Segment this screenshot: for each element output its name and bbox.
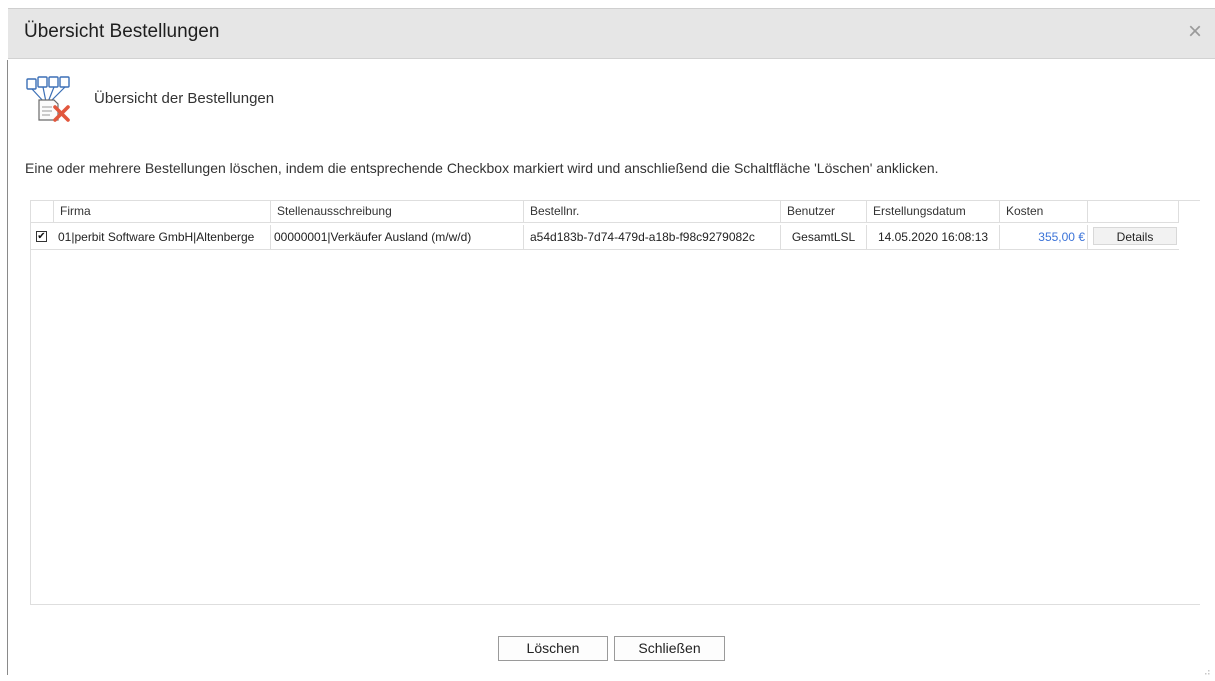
dialog-titlebar: Übersicht Bestellungen × <box>8 8 1215 59</box>
column-actions <box>1088 201 1179 222</box>
resize-grip-icon[interactable] <box>1202 663 1210 675</box>
table-row[interactable]: ✔ 01|perbit Software GmbH|Altenberge 000… <box>31 225 1179 250</box>
cell-benutzer: GesamtLSL <box>781 225 867 249</box>
cell-stellenausschreibung: 00000001|Verkäufer Ausland (m/w/d) <box>271 225 524 249</box>
column-bestellnr[interactable]: Bestellnr. <box>524 201 781 222</box>
close-button[interactable]: Schließen <box>614 636 725 661</box>
cell-kosten[interactable]: 355,00 € <box>1000 225 1088 249</box>
instructions-text: Eine oder mehrere Bestellungen löschen, … <box>25 160 939 176</box>
delete-button[interactable]: Löschen <box>498 636 608 661</box>
column-kosten[interactable]: Kosten <box>1000 201 1088 222</box>
header-select <box>31 201 54 222</box>
table-header: Firma Stellenausschreibung Bestellnr. Be… <box>31 201 1179 223</box>
column-stellenausschreibung[interactable]: Stellenausschreibung <box>271 201 524 222</box>
details-button[interactable]: Details <box>1093 227 1177 245</box>
column-erstellungsdatum[interactable]: Erstellungsdatum <box>867 201 1000 222</box>
section-heading: Übersicht der Bestellungen <box>94 90 275 107</box>
column-firma[interactable]: Firma <box>54 201 271 222</box>
row-checkbox[interactable]: ✔ <box>36 231 47 242</box>
close-icon[interactable]: × <box>1183 18 1207 46</box>
orders-table: Firma Stellenausschreibung Bestellnr. Be… <box>30 200 1200 605</box>
cell-bestellnr: a54d183b-7d74-479d-a18b-f98c9279082c <box>524 225 781 249</box>
cell-erstellungsdatum: 14.05.2020 16:08:13 <box>867 225 1000 249</box>
dialog-left-border <box>7 60 8 675</box>
cell-firma: 01|perbit Software GmbH|Altenberge <box>54 225 271 249</box>
orders-delete-icon <box>24 74 76 124</box>
dialog-title: Übersicht Bestellungen <box>24 21 220 42</box>
column-benutzer[interactable]: Benutzer <box>781 201 867 222</box>
